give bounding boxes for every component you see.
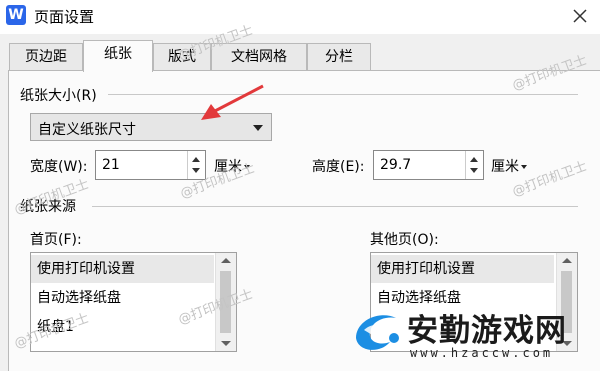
height-unit-dropdown[interactable]: 厘米 (491, 156, 527, 176)
width-value: 21 (102, 157, 120, 173)
spin-down-icon[interactable] (470, 168, 478, 173)
brand-logo-icon (356, 315, 402, 350)
tab-bar: 页边距 纸张 版式 文档网格 分栏 (0, 40, 600, 72)
brand-overlay: 安勤游戏网 www.hzaccw.com (350, 302, 600, 367)
height-value: 29.7 (380, 157, 412, 173)
close-icon (573, 9, 587, 23)
tab-paper[interactable]: 纸张 (83, 40, 153, 72)
scroll-up-icon[interactable] (221, 258, 231, 263)
brand-url: www.hzaccw.com (410, 346, 554, 360)
list-item[interactable]: 使用打印机设置 (371, 255, 554, 283)
spin-down-icon[interactable] (192, 168, 200, 173)
close-button[interactable] (566, 2, 594, 30)
height-label: 高度(E): (312, 159, 365, 175)
caret-down-icon (521, 165, 527, 169)
tab-margins[interactable]: 页边距 (9, 43, 83, 70)
height-spinbox[interactable]: 29.7 (373, 150, 484, 180)
paper-size-selected: 自定义纸张尺寸 (38, 122, 136, 138)
width-label: 宽度(W): (30, 159, 88, 175)
paper-source-divider (92, 206, 578, 207)
paper-size-section-label: 纸张大小(R) (20, 88, 97, 104)
chevron-down-icon (253, 125, 263, 131)
tab-columns[interactable]: 分栏 (307, 43, 371, 70)
app-icon: W (6, 5, 26, 25)
paper-size-divider (108, 94, 578, 95)
annotation-arrow-icon (201, 84, 264, 120)
spin-up-icon[interactable] (470, 157, 478, 162)
window-title: 页面设置 (34, 8, 95, 26)
first-page-label: 首页(F): (30, 232, 82, 248)
list-item[interactable]: 使用打印机设置 (31, 255, 214, 283)
height-spin-buttons[interactable] (465, 151, 483, 179)
width-spinbox[interactable]: 21 (95, 150, 206, 180)
other-pages-label: 其他页(O): (370, 232, 439, 248)
scroll-down-icon[interactable] (221, 341, 231, 346)
brand-name: 安勤游戏网 (407, 313, 567, 349)
height-unit: 厘米 (491, 159, 519, 175)
title-bar: W 页面设置 (0, 0, 600, 34)
scroll-up-icon[interactable] (562, 258, 572, 263)
spin-up-icon[interactable] (192, 157, 200, 162)
